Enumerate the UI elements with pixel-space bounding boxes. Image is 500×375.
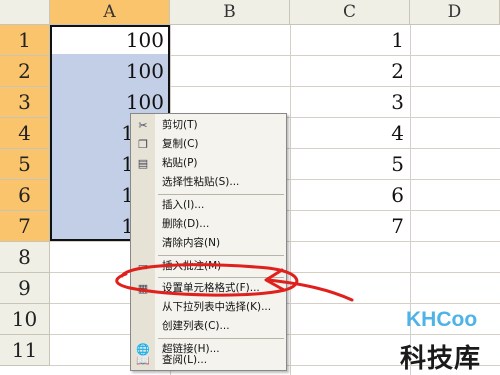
watermark-text: 科技库 [400, 344, 482, 374]
watermark: KHCoo 科技库 [398, 308, 498, 374]
watermark-logo: KHCoo [406, 308, 478, 331]
